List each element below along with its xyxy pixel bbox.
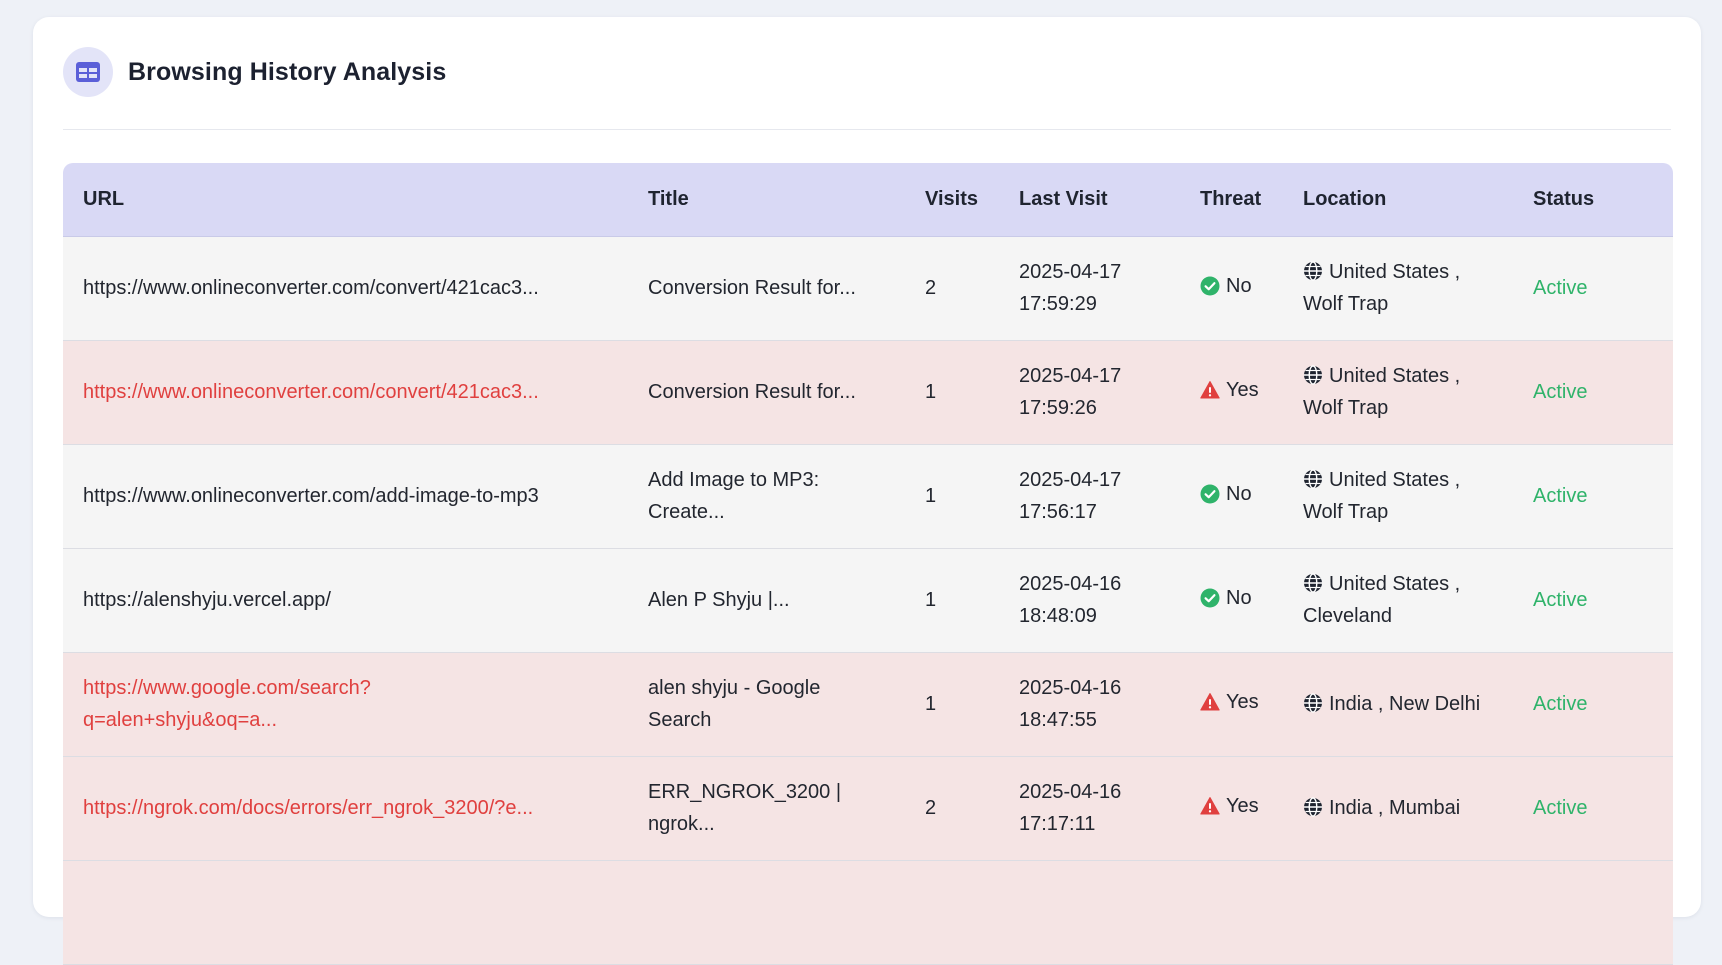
- globe-icon: [1304, 693, 1322, 713]
- last-visit-cell: 2025-04-16 17:17:11: [999, 756, 1180, 861]
- last-visit-cell: 2025-04-16 18:48:09: [999, 548, 1180, 653]
- location-cell: United States , Wolf Trap: [1283, 340, 1513, 445]
- url-cell[interactable]: https://ngrok.com/docs/errors/err_ngrok_…: [63, 756, 628, 861]
- url-cell[interactable]: https://www.google.com/search? q=alen+shy…: [63, 652, 628, 757]
- visits-cell: 2: [905, 756, 999, 861]
- table-row[interactable]: https://www.onlineconverter.com/convert/…: [63, 236, 1673, 341]
- card-header: Browsing History Analysis: [63, 47, 1671, 130]
- column-header-title[interactable]: Title: [628, 163, 905, 237]
- history-table: URL Title Visits Last Visit Threat Locat…: [63, 163, 1673, 965]
- history-table-wrapper: URL Title Visits Last Visit Threat Locat…: [63, 163, 1673, 965]
- title-cell: Add Image to MP3: Create...: [628, 444, 905, 549]
- location-cell: India , Mumbai: [1283, 756, 1513, 861]
- check-circle-icon: [1200, 484, 1220, 504]
- status-badge: Active: [1533, 797, 1588, 819]
- location-cell: United States , Wolf Trap: [1283, 236, 1513, 341]
- page-title: Browsing History Analysis: [128, 58, 447, 86]
- title-cell: ERR_NGROK_3200 | ngrok...: [628, 756, 905, 861]
- table-row[interactable]: https://www.onlineconverter.com/add-imag…: [63, 444, 1673, 549]
- column-header-last-visit[interactable]: Last Visit: [999, 163, 1180, 237]
- url-cell[interactable]: https://www.onlineconverter.com/add-imag…: [63, 444, 628, 549]
- column-header-status[interactable]: Status: [1513, 163, 1673, 237]
- visits-cell: 1: [905, 444, 999, 549]
- location-cell: United States , Wolf Trap: [1283, 444, 1513, 549]
- title-cell: alen shyju - Google Search: [628, 652, 905, 757]
- status-badge: Active: [1533, 381, 1588, 403]
- history-card: Browsing History Analysis URL Title Visi…: [33, 17, 1701, 965]
- warning-icon: [1200, 797, 1220, 815]
- title-cell: Conversion Result for...: [628, 340, 905, 445]
- table-icon: [63, 47, 113, 97]
- url-cell[interactable]: https://alenshyju.vercel.app/: [63, 548, 628, 653]
- column-header-url[interactable]: URL: [63, 163, 628, 237]
- status-cell: Active: [1513, 340, 1673, 445]
- status-badge: Active: [1533, 589, 1588, 611]
- last-visit-cell: 2025-04-17 17:59:29: [999, 236, 1180, 341]
- threat-cell: Yes: [1180, 340, 1283, 445]
- url-cell[interactable]: https://www.onlineconverter.com/convert/…: [63, 340, 628, 445]
- warning-icon: [1200, 693, 1220, 711]
- threat-cell: Yes: [1180, 652, 1283, 757]
- column-header-threat[interactable]: Threat: [1180, 163, 1283, 237]
- visits-cell: 1: [905, 548, 999, 653]
- check-circle-icon: [1200, 588, 1220, 608]
- globe-icon: [1304, 261, 1322, 281]
- status-cell: Active: [1513, 652, 1673, 757]
- globe-icon: [1304, 365, 1322, 385]
- last-visit-cell: 2025-04-17 17:56:17: [999, 444, 1180, 549]
- location-cell: India , New Delhi: [1283, 652, 1513, 757]
- table-header-row: URL Title Visits Last Visit Threat Locat…: [63, 163, 1673, 237]
- threat-cell: No: [1180, 444, 1283, 549]
- status-cell: Active: [1513, 548, 1673, 653]
- table-row[interactable]: https://ngrok.com/docs/errors/err_ngrok_…: [63, 756, 1673, 861]
- table-row-partial: [63, 860, 1673, 965]
- threat-cell: No: [1180, 548, 1283, 653]
- status-cell: Active: [1513, 444, 1673, 549]
- warning-icon: [1200, 381, 1220, 399]
- globe-icon: [1304, 573, 1322, 593]
- location-cell: United States , Cleveland: [1283, 548, 1513, 653]
- visits-cell: 1: [905, 340, 999, 445]
- globe-icon: [1304, 469, 1322, 489]
- table-row[interactable]: https://www.google.com/search? q=alen+shy…: [63, 652, 1673, 757]
- threat-cell: Yes: [1180, 756, 1283, 861]
- visits-cell: 2: [905, 236, 999, 341]
- threat-cell: No: [1180, 236, 1283, 341]
- table-row[interactable]: [63, 860, 1673, 965]
- last-visit-cell: 2025-04-16 18:47:55: [999, 652, 1180, 757]
- table-row[interactable]: https://www.onlineconverter.com/convert/…: [63, 340, 1673, 445]
- column-header-visits[interactable]: Visits: [905, 163, 999, 237]
- status-badge: Active: [1533, 693, 1588, 715]
- title-cell: Conversion Result for...: [628, 236, 905, 341]
- visits-cell: 1: [905, 652, 999, 757]
- last-visit-cell: 2025-04-17 17:59:26: [999, 340, 1180, 445]
- column-header-location[interactable]: Location: [1283, 163, 1513, 237]
- status-badge: Active: [1533, 277, 1588, 299]
- url-cell[interactable]: https://www.onlineconverter.com/convert/…: [63, 236, 628, 341]
- status-cell: Active: [1513, 236, 1673, 341]
- globe-icon: [1304, 797, 1322, 817]
- status-badge: Active: [1533, 485, 1588, 507]
- status-cell: Active: [1513, 756, 1673, 861]
- check-circle-icon: [1200, 276, 1220, 296]
- table-row[interactable]: https://alenshyju.vercel.app/ Alen P Shy…: [63, 548, 1673, 653]
- title-cell: Alen P Shyju |...: [628, 548, 905, 653]
